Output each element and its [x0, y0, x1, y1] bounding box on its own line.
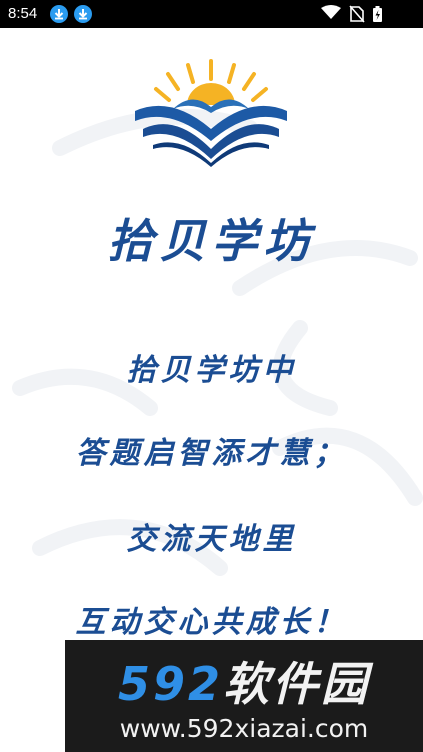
download-icon	[74, 5, 92, 23]
poem-line-2: 答题启智添才慧；	[75, 436, 348, 471]
poem-line-1: 拾贝学坊中	[126, 353, 297, 388]
system-status-icons	[321, 5, 382, 23]
status-bar: 8:54	[0, 0, 423, 28]
wifi-icon	[321, 5, 341, 19]
poem-line-3: 交流天地里	[126, 522, 297, 557]
watermark-url: www.592xiazai.com	[119, 714, 369, 743]
status-time: 8:54	[8, 5, 38, 22]
download-icon	[50, 5, 68, 23]
watermark-brand-number: 592	[117, 657, 224, 711]
watermark-overlay: 592软件园 www.592xiazai.com	[65, 640, 423, 752]
watermark-brand-text: 软件园	[223, 657, 371, 711]
book-sunrise-logo	[135, 59, 287, 167]
battery-charging-icon	[373, 6, 382, 22]
poem-line-4: 互动交心共成长！	[75, 605, 348, 640]
watermark-brand: 592软件园	[65, 648, 423, 714]
app-title: 拾贝学坊	[107, 214, 316, 268]
no-sim-icon	[349, 5, 365, 23]
